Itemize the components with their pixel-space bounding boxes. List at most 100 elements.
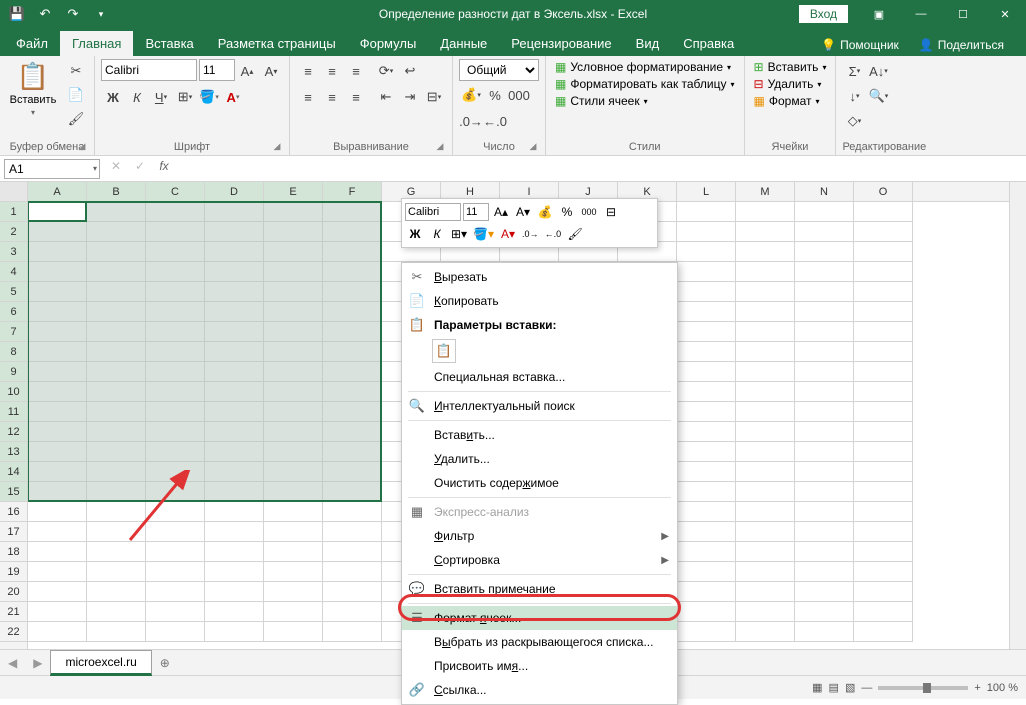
row-header[interactable]: 5 [0, 282, 27, 302]
column-header[interactable]: N [795, 182, 854, 201]
zoom-in-icon[interactable]: + [974, 682, 980, 694]
tab-file[interactable]: Файл [4, 31, 60, 56]
sheet-tab[interactable]: microexcel.ru [50, 650, 151, 676]
ctx-format-cells[interactable]: ☰Формат ячеек... [402, 606, 677, 630]
decrease-font-icon[interactable]: A▾ [260, 60, 282, 82]
row-header[interactable]: 3 [0, 242, 27, 262]
row-header[interactable]: 16 [0, 502, 27, 522]
cell-styles-button[interactable]: ▦Стили ячеек▾ [552, 93, 651, 109]
align-left-icon[interactable]: ≡ [297, 86, 319, 108]
tab-home[interactable]: Главная [60, 31, 133, 56]
formula-input[interactable] [176, 159, 1026, 179]
row-header[interactable]: 2 [0, 222, 27, 242]
font-name-select[interactable] [101, 59, 197, 81]
mini-font-size[interactable] [463, 203, 489, 221]
format-as-table-button[interactable]: ▦Форматировать как таблицу▾ [552, 76, 738, 92]
decrease-indent-icon[interactable]: ⇤ [375, 86, 397, 108]
ctx-smart-lookup[interactable]: 🔍Интеллектуальный поиск [402, 394, 677, 418]
align-center-icon[interactable]: ≡ [321, 86, 343, 108]
vertical-scrollbar[interactable] [1009, 182, 1026, 649]
ctx-filter[interactable]: Фильтр▶ [402, 524, 677, 548]
ctx-pick-from-list[interactable]: Выбрать из раскрывающегося списка... [402, 630, 677, 654]
row-header[interactable]: 8 [0, 342, 27, 362]
format-cells-button[interactable]: ▦Формат▾ [751, 93, 823, 109]
column-header[interactable]: F [323, 182, 382, 201]
mini-dec-decimal-icon[interactable]: ←.0 [543, 224, 564, 244]
autosum-icon[interactable]: Σ▾ [843, 60, 865, 82]
row-header[interactable]: 4 [0, 262, 27, 282]
tab-help[interactable]: Справка [671, 31, 746, 56]
row-header[interactable]: 10 [0, 382, 27, 402]
ctx-sort[interactable]: Сортировка▶ [402, 548, 677, 572]
row-header[interactable]: 9 [0, 362, 27, 382]
font-size-select[interactable] [199, 59, 235, 81]
share-button[interactable]: 👤Поделиться [909, 34, 1014, 56]
view-normal-icon[interactable]: ▦ [812, 681, 822, 694]
row-header[interactable]: 21 [0, 602, 27, 622]
tab-view[interactable]: Вид [624, 31, 672, 56]
delete-cells-button[interactable]: ⊟Удалить▾ [751, 76, 825, 92]
increase-font-icon[interactable]: A▴ [236, 60, 258, 82]
undo-icon[interactable]: ↶ [32, 2, 58, 26]
row-header[interactable]: 6 [0, 302, 27, 322]
mini-bold-icon[interactable]: Ж [405, 224, 425, 244]
sort-filter-icon[interactable]: A↓▾ [867, 60, 889, 82]
paste-option-default[interactable]: 📋 [432, 339, 456, 363]
ctx-cut[interactable]: ✂Вырезать [402, 265, 677, 289]
tab-data[interactable]: Данные [428, 31, 499, 56]
currency-icon[interactable]: 💰▾ [460, 84, 482, 106]
underline-button[interactable]: Ч ▾ [150, 86, 172, 108]
mini-format-painter-icon[interactable]: 🖌 [565, 224, 585, 244]
column-header[interactable]: A [28, 182, 87, 201]
ctx-link[interactable]: 🔗Ссылка... [402, 678, 677, 702]
conditional-formatting-button[interactable]: ▦Условное форматирование▾ [552, 59, 734, 75]
align-top-icon[interactable]: ≡ [297, 60, 319, 82]
row-header[interactable]: 13 [0, 442, 27, 462]
align-right-icon[interactable]: ≡ [345, 86, 367, 108]
row-header[interactable]: 1 [0, 202, 27, 222]
mini-increase-font-icon[interactable]: A▴ [491, 202, 511, 222]
row-header[interactable]: 22 [0, 622, 27, 642]
italic-button[interactable]: К [126, 86, 148, 108]
orientation-icon[interactable]: ⟳▾ [375, 60, 397, 82]
column-header[interactable]: M [736, 182, 795, 201]
paste-button[interactable]: 📋 Вставить ▾ [6, 59, 60, 119]
fill-down-icon[interactable]: ↓▾ [843, 85, 865, 107]
bold-button[interactable]: Ж [102, 86, 124, 108]
ctx-copy[interactable]: 📄Копировать [402, 289, 677, 313]
ctx-delete[interactable]: Удалить... [402, 447, 677, 471]
maximize-icon[interactable]: ☐ [942, 0, 984, 28]
sheet-nav-next-icon[interactable]: ▶ [25, 656, 50, 670]
select-all-corner[interactable] [0, 182, 27, 202]
row-header[interactable]: 15 [0, 482, 27, 502]
insert-cells-button[interactable]: ⊞Вставить▾ [751, 59, 830, 75]
align-middle-icon[interactable]: ≡ [321, 60, 343, 82]
row-header[interactable]: 11 [0, 402, 27, 422]
close-icon[interactable]: ✕ [984, 0, 1026, 28]
minimize-icon[interactable]: — [900, 0, 942, 28]
tab-formulas[interactable]: Формулы [348, 31, 429, 56]
mini-merge-icon[interactable]: ⊟ [601, 202, 621, 222]
tab-insert[interactable]: Вставка [133, 31, 205, 56]
tell-me[interactable]: 💡Помощник [811, 34, 909, 56]
percent-icon[interactable]: % [484, 84, 506, 106]
fx-icon[interactable]: fx [152, 159, 176, 179]
row-header[interactable]: 18 [0, 542, 27, 562]
column-header[interactable]: O [854, 182, 913, 201]
mini-border-icon[interactable]: ⊞▾ [449, 224, 469, 244]
column-header[interactable]: E [264, 182, 323, 201]
sheet-nav-prev-icon[interactable]: ◀ [0, 656, 25, 670]
decrease-decimal-icon[interactable]: ←.0 [484, 110, 506, 132]
view-page-layout-icon[interactable]: ▤ [829, 681, 839, 694]
signin-button[interactable]: Вход [799, 5, 848, 23]
number-format-select[interactable]: Общий [459, 59, 539, 81]
cancel-formula-icon[interactable]: ✕ [104, 159, 128, 179]
increase-decimal-icon[interactable]: .0→ [460, 110, 482, 132]
ctx-define-name[interactable]: Присвоить имя... [402, 654, 677, 678]
column-header[interactable]: C [146, 182, 205, 201]
wrap-text-icon[interactable]: ↩ [399, 60, 421, 82]
mini-percent-icon[interactable]: % [557, 202, 577, 222]
dialog-launcher-icon[interactable]: ◢ [76, 141, 88, 153]
redo-icon[interactable]: ↷ [60, 2, 86, 26]
border-icon[interactable]: ⊞▾ [174, 86, 196, 108]
